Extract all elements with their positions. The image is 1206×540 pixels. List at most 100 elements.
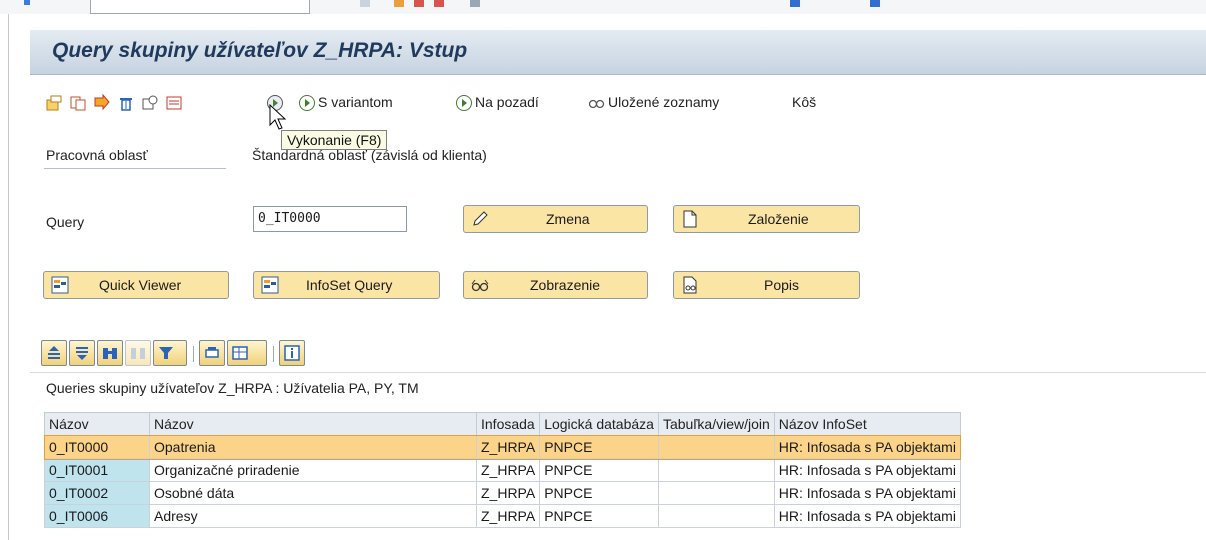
transport-icon[interactable] <box>165 94 183 112</box>
column-header[interactable]: Názov InfoSet <box>773 412 961 436</box>
table-cell[interactable]: HR: Infosada s PA objektami <box>773 435 961 459</box>
change-button-label: Zmena <box>546 211 590 227</box>
page-title: Query skupiny užívateľov Z_HRPA: Vstup <box>52 39 468 62</box>
mouse-cursor-icon <box>269 103 287 130</box>
export-button[interactable] <box>227 340 267 366</box>
toolbar-separator <box>273 346 274 362</box>
table-cell[interactable]: Osobné dáta <box>149 481 477 505</box>
quick-viewer-label: Quick Viewer <box>99 277 182 293</box>
print-icon <box>205 347 219 358</box>
filter-button[interactable] <box>153 340 187 366</box>
table-cell[interactable]: PNPCE <box>539 458 659 482</box>
infoset-query-icon <box>261 276 279 294</box>
table-cell[interactable]: PNPCE <box>539 435 659 459</box>
saved-lists-button[interactable]: Uložené zoznamy <box>608 94 719 110</box>
work-area-value: Štandardná oblasť (závislá od klienta) <box>252 147 487 163</box>
execute-with-variant-icon[interactable] <box>298 94 316 112</box>
table-cell[interactable] <box>657 504 775 528</box>
table-row[interactable]: 0_IT0001 Organizačné priradenie Z_HRPA P… <box>44 458 961 482</box>
table-cell[interactable]: 0_IT0001 <box>44 458 150 482</box>
pencil-icon <box>473 211 488 226</box>
quick-viewer-icon <box>51 276 69 294</box>
execute-with-variant-button[interactable]: S variantom <box>318 94 393 110</box>
print-preview-button[interactable] <box>199 340 225 366</box>
exit-icon[interactable] <box>414 0 424 7</box>
table-cell[interactable]: 0_IT0002 <box>44 481 150 505</box>
table-cell[interactable]: 0_IT0006 <box>44 504 150 528</box>
work-area-label: Pracovná oblasť <box>46 147 148 163</box>
create-button[interactable]: Založenie <box>673 205 860 233</box>
table-cell[interactable]: 0_IT0000 <box>44 435 150 459</box>
table-cell[interactable]: HR: Infosada s PA objektami <box>773 481 961 505</box>
table-cell[interactable]: PNPCE <box>539 504 659 528</box>
column-header[interactable]: Tabuľka/view/join <box>657 412 775 436</box>
label-underline <box>44 168 226 169</box>
binoculars-icon <box>103 348 117 359</box>
column-header[interactable]: Infosada <box>475 412 541 436</box>
query-input[interactable]: 0_IT0000 <box>253 206 407 232</box>
column-header[interactable]: Názov <box>149 412 477 436</box>
change-button[interactable]: Zmena <box>463 205 648 233</box>
grid-divider <box>30 372 1206 373</box>
table-cell[interactable]: Z_HRPA <box>475 504 541 528</box>
create-button-label: Založenie <box>748 211 809 227</box>
background-button[interactable]: Na pozadí <box>475 94 539 110</box>
queries-table: Názov Názov Infosada Logická databáza Ta… <box>43 412 962 528</box>
sort-descending-button[interactable] <box>69 340 95 366</box>
document-glasses-icon <box>683 276 697 294</box>
table-cell[interactable] <box>657 435 775 459</box>
infoset-query-button[interactable]: InfoSet Query <box>253 271 440 299</box>
table-cell[interactable] <box>657 458 775 482</box>
find-next-button[interactable] <box>125 340 151 366</box>
other-user-group-icon[interactable] <box>45 94 63 112</box>
change-history-icon[interactable] <box>141 94 159 112</box>
toolbar-separator <box>193 346 194 362</box>
rename-icon[interactable] <box>93 94 111 112</box>
find-button[interactable] <box>97 340 123 366</box>
sort-ascending-icon <box>48 346 60 359</box>
table-row[interactable]: 0_IT0002 Osobné dáta Z_HRPA PNPCE HR: In… <box>44 481 961 505</box>
table-cell[interactable]: Organizačné priradenie <box>149 458 477 482</box>
help-icon[interactable] <box>870 0 880 7</box>
info-icon <box>284 345 300 361</box>
delete-icon[interactable] <box>117 94 135 112</box>
copy-icon[interactable] <box>69 94 87 112</box>
saved-lists-icon[interactable] <box>588 94 606 112</box>
description-button[interactable]: Popis <box>673 271 860 299</box>
table-header-row: Názov Názov Infosada Logická databáza Ta… <box>44 412 961 436</box>
table-cell[interactable]: HR: Infosada s PA objektami <box>773 458 961 482</box>
spreadsheet-icon <box>232 346 248 360</box>
infoset-query-label: InfoSet Query <box>306 277 393 293</box>
table-cell[interactable]: Opatrenia <box>149 435 477 459</box>
info-button[interactable] <box>279 340 305 366</box>
cancel-icon[interactable] <box>434 0 444 7</box>
sort-descending-icon <box>76 347 88 360</box>
window-border <box>8 14 9 540</box>
table-cell[interactable]: Adresy <box>149 504 477 528</box>
glasses-icon <box>471 279 489 292</box>
table-cell[interactable]: Z_HRPA <box>475 481 541 505</box>
layout-icon[interactable] <box>790 0 800 7</box>
quick-viewer-button[interactable]: Quick Viewer <box>43 271 229 299</box>
command-field[interactable] <box>90 0 310 14</box>
display-button[interactable]: Zobrazenie <box>463 271 648 299</box>
table-row[interactable]: 0_IT0006 Adresy Z_HRPA PNPCE HR: Infosad… <box>44 504 961 528</box>
table-cell[interactable]: HR: Infosada s PA objektami <box>773 504 961 528</box>
sort-ascending-button[interactable] <box>41 340 67 366</box>
table-cell[interactable]: Z_HRPA <box>475 458 541 482</box>
table-row[interactable]: 0_IT0000 Opatrenia Z_HRPA PNPCE HR: Info… <box>43 434 962 460</box>
table-cell[interactable]: Z_HRPA <box>475 435 541 459</box>
description-button-label: Popis <box>764 277 800 293</box>
background-execute-icon[interactable] <box>455 94 473 112</box>
display-button-label: Zobrazenie <box>530 277 601 293</box>
print-icon[interactable] <box>470 0 480 7</box>
column-header[interactable]: Logická databáza <box>539 412 659 436</box>
table-cell[interactable] <box>657 481 775 505</box>
column-header[interactable]: Názov <box>44 412 150 436</box>
table-cell[interactable]: PNPCE <box>539 481 659 505</box>
enter-icon[interactable] <box>24 0 30 5</box>
trash-button[interactable]: Kôš <box>792 94 816 110</box>
binoculars-next-icon <box>131 348 145 359</box>
save-icon[interactable] <box>360 0 370 7</box>
back-icon[interactable] <box>394 0 404 7</box>
